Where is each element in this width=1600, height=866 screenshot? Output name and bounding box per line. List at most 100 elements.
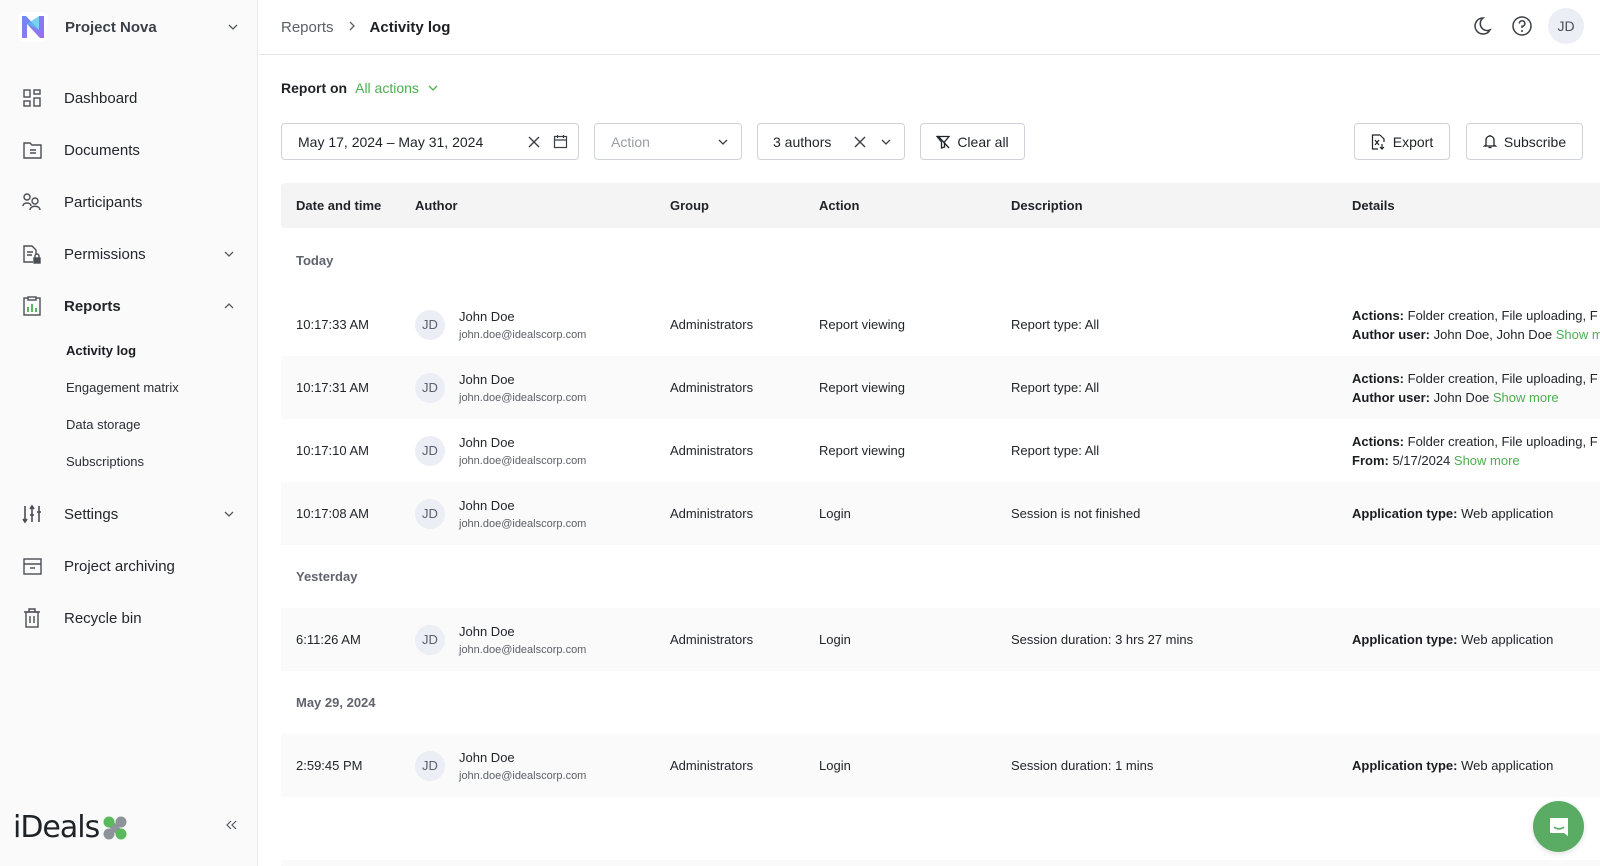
author-email: john.doe@idealscorp.com <box>459 391 587 404</box>
table-row[interactable]: 10:17:10 AM JD John Doe john.doe@idealsc… <box>281 419 1600 482</box>
subscribe-button[interactable]: Subscribe <box>1466 123 1583 160</box>
sidebar-item-reports[interactable]: Reports <box>0 280 258 332</box>
column-header-description[interactable]: Description <box>1011 198 1083 213</box>
table-row[interactable]: 10:17:31 AM JD John Doe john.doe@idealsc… <box>281 356 1600 419</box>
detail-value: Web application <box>1457 632 1554 647</box>
sidebar-item-dashboard[interactable]: Dashboard <box>0 72 258 124</box>
detail-value: 5/17/2024 <box>1388 452 1454 468</box>
cell-details: Application type: Web application <box>1352 734 1553 797</box>
column-header-group[interactable]: Group <box>670 198 709 213</box>
table-bottom-row <box>281 860 1600 866</box>
author-avatar: JD <box>415 624 445 655</box>
show-more-link[interactable]: Show more <box>1493 390 1559 405</box>
cell-description: Report type: All <box>1011 443 1100 458</box>
sidebar-item-participants[interactable]: Participants <box>0 176 258 228</box>
sliders-icon <box>22 504 42 524</box>
clear-date-icon[interactable] <box>526 134 542 150</box>
project-switcher[interactable]: Project Nova <box>18 10 248 44</box>
user-avatar[interactable]: JD <box>1548 8 1584 44</box>
report-on-dropdown[interactable]: All actions <box>355 80 439 96</box>
detail-key: Author user <box>1352 389 1426 405</box>
sidebar-item-label: Project archiving <box>64 557 175 575</box>
collapse-sidebar-button[interactable] <box>222 815 242 835</box>
cell-time: 10:17:33 AM <box>296 317 369 332</box>
bell-icon <box>1482 135 1497 149</box>
author-name: John Doe <box>459 434 515 450</box>
cell-action: Login <box>819 632 851 647</box>
sidebar-item-label: Reports <box>64 297 121 315</box>
sidebar-item-project-archiving[interactable]: Project archiving <box>0 540 258 592</box>
clear-authors-icon[interactable] <box>852 134 868 150</box>
calendar-icon[interactable] <box>552 134 568 150</box>
detail-value: Folder creation, File uploading, F <box>1404 307 1598 323</box>
cell-author: JD John Doe john.doe@idealscorp.com <box>415 356 586 419</box>
detail-value: Folder creation, File uploading, F <box>1404 433 1598 449</box>
breadcrumb-reports[interactable]: Reports <box>281 19 334 36</box>
sidebar-subitem-data-storage[interactable]: Data storage <box>0 406 258 443</box>
cell-action: Report viewing <box>819 317 905 332</box>
sidebar-item-recycle-bin[interactable]: Recycle bin <box>0 592 258 644</box>
reports-icon <box>22 296 42 316</box>
table-row[interactable]: 10:17:33 AM JD John Doe john.doe@idealsc… <box>281 293 1600 356</box>
chevron-down-icon <box>428 85 438 91</box>
activity-log-table: Date and time Author Group Action Descri… <box>281 183 1600 797</box>
column-header-action[interactable]: Action <box>819 198 859 213</box>
chat-icon <box>1549 817 1568 836</box>
cell-details: Application type: Web application <box>1352 482 1553 545</box>
cell-group: Administrators <box>670 443 754 458</box>
breadcrumb: Reports Activity log <box>281 19 450 36</box>
sidebar-item-settings[interactable]: Settings <box>0 488 258 540</box>
cell-group: Administrators <box>670 506 754 521</box>
column-header-date-time[interactable]: Date and time <box>296 198 381 213</box>
author-email: john.doe@idealscorp.com <box>459 454 587 467</box>
double-chevron-left-icon <box>226 820 237 830</box>
chat-support-button[interactable] <box>1533 801 1584 852</box>
show-more-link[interactable]: Show more <box>1556 327 1600 342</box>
detail-value: Web application <box>1457 506 1554 521</box>
sidebar-subitem-subscriptions[interactable]: Subscriptions <box>0 443 258 480</box>
chevron-down-icon <box>224 511 234 517</box>
cell-description: Session is not finished <box>1011 506 1141 521</box>
sidebar-item-label: Participants <box>64 193 143 211</box>
detail-key: Application type <box>1352 758 1454 773</box>
cell-description: Session duration: 3 hrs 27 mins <box>1011 632 1194 647</box>
date-group-label: May 29, 2024 <box>296 695 376 710</box>
cell-details: Actions: Folder creation, File uploading… <box>1352 356 1598 419</box>
authors-filter-select[interactable]: 3 authors <box>757 123 905 160</box>
author-name: John Doe <box>459 749 515 765</box>
show-more-link[interactable]: Show more <box>1454 453 1520 468</box>
action-filter-select[interactable]: Action <box>594 123 742 160</box>
cell-group: Administrators <box>670 758 754 773</box>
table-row[interactable]: 10:17:08 AM JD John Doe john.doe@idealsc… <box>281 482 1600 545</box>
detail-line: From: 5/17/2024 Show more <box>1352 453 1598 468</box>
table-row[interactable]: 6:11:26 AM JD John Doe john.doe@idealsco… <box>281 608 1600 671</box>
sidebar: Project Nova Dashboard Documents Partici… <box>0 0 258 866</box>
date-range-field[interactable]: May 17, 2024 – May 31, 2024 <box>281 123 579 160</box>
cell-time: 10:17:31 AM <box>296 380 369 395</box>
cell-description: Report type: All <box>1011 317 1100 332</box>
table-row[interactable]: 2:59:45 PM JD John Doe john.doe@idealsco… <box>281 734 1600 797</box>
sidebar-subitem-engagement-matrix[interactable]: Engagement matrix <box>0 369 258 406</box>
detail-line: Application type: Web application <box>1352 506 1553 521</box>
sidebar-subitem-activity-log[interactable]: Activity log <box>0 332 258 369</box>
report-on-selector: Report on All actions <box>281 80 439 96</box>
cell-group: Administrators <box>670 380 754 395</box>
author-email: john.doe@idealscorp.com <box>459 643 587 656</box>
cell-description: Report type: All <box>1011 380 1100 395</box>
report-on-label: Report on <box>281 80 348 96</box>
chevron-down-icon <box>878 134 894 150</box>
sidebar-item-documents[interactable]: Documents <box>0 124 258 176</box>
author-name: John Doe <box>459 371 515 387</box>
column-header-author[interactable]: Author <box>415 198 458 213</box>
column-header-details[interactable]: Details <box>1352 198 1395 213</box>
dark-mode-toggle[interactable] <box>1468 12 1496 40</box>
help-icon <box>1512 16 1532 36</box>
sidebar-item-permissions[interactable]: Permissions <box>0 228 258 280</box>
help-button[interactable] <box>1508 12 1536 40</box>
brand-name: iDeals <box>13 810 100 845</box>
author-email: john.doe@idealscorp.com <box>459 769 587 782</box>
cell-action: Report viewing <box>819 380 905 395</box>
export-button[interactable]: Export <box>1354 123 1450 160</box>
clear-all-button[interactable]: Clear all <box>920 123 1025 160</box>
detail-key: Application type <box>1352 506 1454 521</box>
